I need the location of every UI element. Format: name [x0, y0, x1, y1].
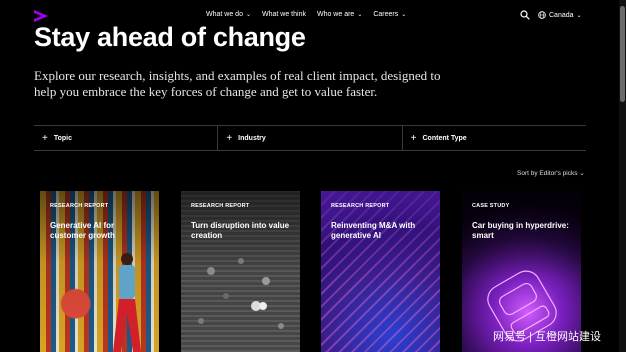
card-title: Generative AI for customer growth — [50, 221, 115, 240]
scrollbar-thumb[interactable] — [620, 6, 625, 102]
card-title: Reinventing M&A with generative AI — [331, 221, 416, 240]
filter-topic[interactable]: + Topic — [34, 126, 217, 150]
watermark: 网易号 | 互橙网站建设 — [493, 331, 601, 343]
nav-item-label: Careers — [373, 11, 399, 18]
chevron-down-icon: ⌄ — [576, 12, 582, 19]
card-title: Car buying in hyperdrive: smart — [472, 221, 569, 240]
plus-icon: + — [226, 132, 233, 144]
card-eyebrow: RESEARCH REPORT — [50, 203, 109, 209]
filter-content-type[interactable]: + Content Type — [401, 126, 586, 150]
chevron-down-icon: ⌄ — [245, 12, 251, 18]
chevron-down-icon: ⌄ — [357, 12, 363, 18]
card-eyebrow: RESEARCH REPORT — [191, 203, 250, 209]
plus-icon: + — [410, 132, 417, 144]
chevron-down-icon: ⌄ — [579, 170, 585, 177]
card-eyebrow: RESEARCH REPORT — [331, 203, 390, 209]
locale-selector[interactable]: Canada ⌄ — [538, 11, 582, 19]
nav-item-what-we-do[interactable]: What we do ⌄ — [206, 11, 251, 18]
page-title: Stay ahead of change — [34, 22, 306, 52]
filter-bar: + Topic + Industry + Content Type — [34, 125, 586, 151]
card-title: Turn disruption into value creation — [191, 221, 290, 240]
nav-item-label: What we think — [262, 11, 306, 18]
nav-item-who-we-are[interactable]: Who we are ⌄ — [317, 11, 362, 18]
chevron-down-icon: ⌄ — [401, 12, 407, 18]
filter-label: Content Type — [422, 134, 467, 142]
plus-icon: + — [42, 132, 48, 144]
page-scrollbar[interactable] — [619, 0, 626, 352]
nav-item-label: Who we are — [316, 11, 355, 18]
content-card[interactable]: RESEARCH REPORT Turn disruption into val… — [181, 191, 300, 352]
search-icon[interactable] — [520, 10, 530, 20]
crowd-image — [198, 258, 284, 329]
accenture-logo[interactable] — [34, 10, 48, 22]
main-menu: What we do ⌄ What we think Who we are ⌄ … — [206, 11, 417, 18]
card-eyebrow: CASE STUDY — [472, 203, 510, 209]
sort-dropdown[interactable]: Sort by Editor's picks ⌄ — [517, 169, 585, 177]
content-card[interactable]: RESEARCH REPORT Reinventing M&A with gen… — [321, 191, 440, 352]
locale-label: Canada — [549, 11, 574, 19]
nav-item-label: What we do — [206, 11, 243, 18]
page-subtitle: Explore our research, insights, and exam… — [34, 68, 441, 99]
filter-label: Industry — [238, 134, 266, 142]
nav-item-what-we-think[interactable]: What we think — [262, 11, 306, 18]
nav-item-careers[interactable]: Careers ⌄ — [373, 11, 406, 18]
filter-label: Topic — [53, 134, 72, 142]
filter-industry[interactable]: + Industry — [217, 126, 401, 150]
walking-person-image — [113, 253, 141, 352]
sort-label: Sort by Editor's picks — [517, 170, 578, 177]
globe-icon — [538, 11, 546, 19]
content-card[interactable]: RESEARCH REPORT Generative AI for custom… — [40, 191, 159, 352]
